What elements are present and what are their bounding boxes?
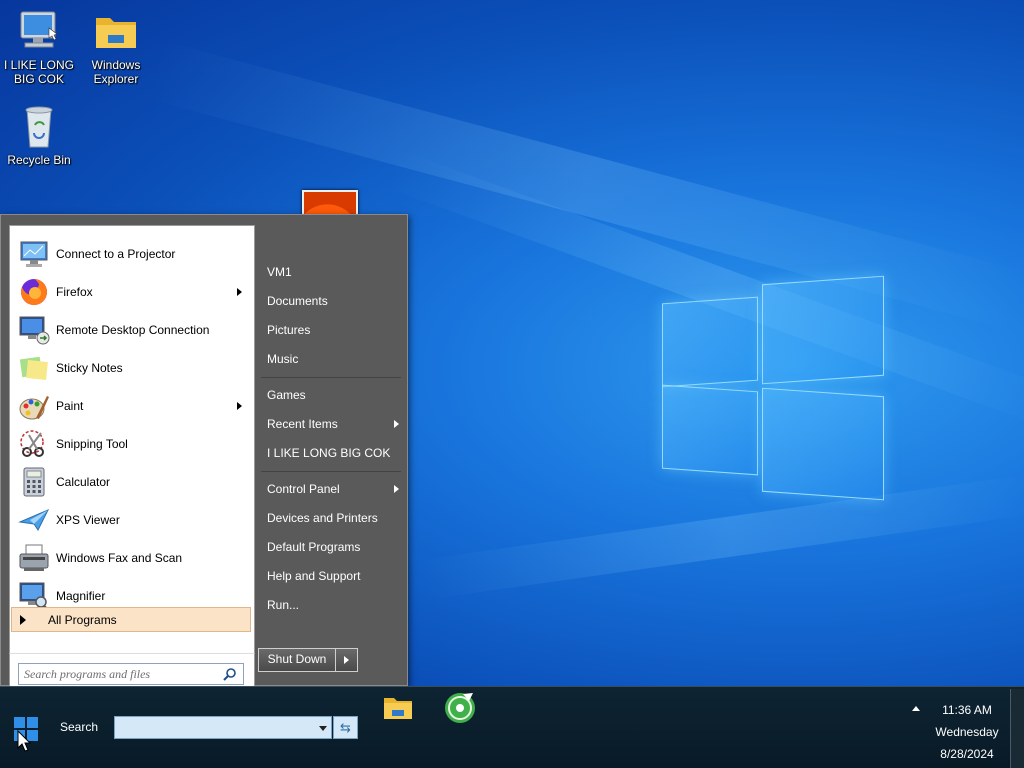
submenu-arrow-icon (237, 402, 242, 410)
shutdown-group: Shut Down (258, 648, 358, 672)
program-xps-viewer[interactable]: XPS Viewer (14, 502, 252, 538)
program-remote-desktop-connection[interactable]: Remote Desktop Connection (14, 312, 252, 348)
taskbar-search-label: Search (60, 720, 99, 734)
desktop-icon-computer[interactable]: I LIKE LONG BIG COK (1, 10, 77, 86)
taskbar-search-go-button[interactable]: ⇆ (333, 716, 358, 739)
start-link-label: Control Panel (267, 482, 340, 496)
system-clock[interactable]: 11:36 AM Wednesday 8/28/2024 (930, 699, 1004, 765)
program-label: Calculator (56, 475, 111, 489)
start-link-control-panel[interactable]: Control Panel (267, 480, 401, 498)
start-link-games[interactable]: Games (267, 386, 401, 404)
desktop-icon-windows-explorer[interactable]: Windows Explorer (78, 10, 154, 86)
start-link-vm1[interactable]: VM1 (267, 263, 401, 281)
program-label: Windows Fax and Scan (56, 551, 183, 565)
start-link-label: Help and Support (267, 569, 361, 583)
search-programs-input[interactable]: Search programs and files (18, 663, 244, 685)
start-link-computer[interactable]: I LIKE LONG BIG COK (267, 444, 401, 462)
desktop-icon-recycle-bin[interactable]: Recycle Bin (1, 105, 77, 167)
program-label: Paint (56, 399, 84, 413)
start-link-documents[interactable]: Documents (267, 292, 401, 310)
submenu-arrow-icon (237, 288, 242, 296)
shutdown-options-button[interactable] (336, 648, 358, 672)
all-programs-label: All Programs (48, 612, 117, 627)
taskbar: Search ⇆ 11:36 AM Wednesday 8/28/2024 (0, 686, 1024, 768)
search-placeholder: Search programs and files (24, 667, 151, 681)
start-link-devices-and-printers[interactable]: Devices and Printers (267, 509, 401, 527)
show-desktop-button[interactable] (1010, 689, 1024, 768)
clock-date: 8/28/2024 (940, 747, 994, 761)
program-label: Snipping Tool (56, 437, 128, 451)
program-label: Connect to a Projector (56, 247, 176, 261)
dropdown-arrow-icon[interactable] (319, 726, 327, 731)
start-link-label: Games (267, 388, 306, 402)
mouse-cursor-icon (17, 730, 31, 752)
desktop-icon-label: Windows Explorer (91, 58, 141, 86)
firefox-icon (18, 276, 50, 308)
start-menu-separator (261, 471, 401, 472)
program-sticky-notes[interactable]: Sticky Notes (14, 350, 252, 386)
fax-icon (18, 542, 50, 574)
program-connect-to-projector[interactable]: Connect to a Projector (14, 236, 252, 272)
projector-icon (18, 238, 50, 270)
program-snipping-tool[interactable]: Snipping Tool (14, 426, 252, 462)
start-link-recent-items[interactable]: Recent Items (267, 415, 401, 433)
submenu-arrow-icon (394, 485, 399, 493)
start-link-label: Run... (267, 598, 300, 612)
recycle-bin-icon (15, 105, 63, 149)
program-paint[interactable]: Paint (14, 388, 252, 424)
media-disc-icon (445, 693, 475, 723)
start-link-help-and-support[interactable]: Help and Support (267, 567, 401, 585)
start-link-label: Music (267, 352, 299, 366)
program-windows-fax-and-scan[interactable]: Windows Fax and Scan (14, 540, 252, 576)
search-icon (223, 668, 236, 681)
program-label: Remote Desktop Connection (56, 323, 210, 337)
clock-day: Wednesday (935, 725, 999, 739)
wallpaper-windows-logo (662, 270, 886, 501)
xps-viewer-icon (18, 504, 50, 536)
sticky-notes-icon (18, 352, 50, 384)
start-link-default-programs[interactable]: Default Programs (267, 538, 401, 556)
desktop-icon-label: I LIKE LONG BIG COK (3, 58, 75, 86)
start-link-run[interactable]: Run... (267, 596, 401, 614)
remote-desktop-icon (18, 314, 50, 346)
show-hidden-icons-arrow[interactable] (912, 706, 920, 711)
paint-icon (18, 390, 50, 422)
program-firefox[interactable]: Firefox (14, 274, 252, 310)
folder-icon (384, 698, 412, 719)
program-label: Magnifier (56, 589, 106, 603)
shutdown-button[interactable]: Shut Down (258, 648, 336, 672)
program-label: XPS Viewer (56, 513, 120, 527)
windows-logo-icon (14, 717, 25, 728)
start-link-label: Devices and Printers (267, 511, 378, 525)
all-programs-button[interactable]: All Programs (11, 607, 251, 632)
folder-icon (92, 10, 140, 54)
refresh-arrows-icon: ⇆ (340, 720, 351, 735)
computer-icon (15, 10, 63, 54)
start-menu-programs-list: Connect to a Projector Firefox Remote De… (9, 225, 255, 653)
submenu-arrow-icon (394, 420, 399, 428)
program-label: Firefox (56, 285, 93, 299)
start-link-pictures[interactable]: Pictures (267, 321, 401, 339)
start-link-label: Recent Items (267, 417, 338, 431)
scissors-icon (18, 428, 50, 460)
start-link-label: Documents (267, 294, 328, 308)
windows-logo-pane (27, 717, 38, 728)
clock-time: 11:36 AM (942, 703, 992, 717)
start-menu-separator (261, 377, 401, 378)
start-link-label: Pictures (267, 323, 311, 337)
start-link-music[interactable]: Music (267, 350, 401, 368)
start-link-label: VM1 (267, 265, 292, 279)
program-label: Sticky Notes (56, 361, 123, 375)
program-calculator[interactable]: Calculator (14, 464, 252, 500)
calculator-icon (18, 466, 50, 498)
taskbar-app-media-player[interactable] (443, 691, 477, 725)
start-link-label: Default Programs (267, 540, 361, 554)
start-link-label: I LIKE LONG BIG COK (267, 446, 391, 460)
taskbar-app-windows-explorer[interactable] (381, 691, 415, 725)
desktop-icon-label: Recycle Bin (7, 153, 71, 167)
expand-arrow-icon (20, 614, 26, 625)
taskbar-search-input[interactable] (114, 716, 332, 739)
